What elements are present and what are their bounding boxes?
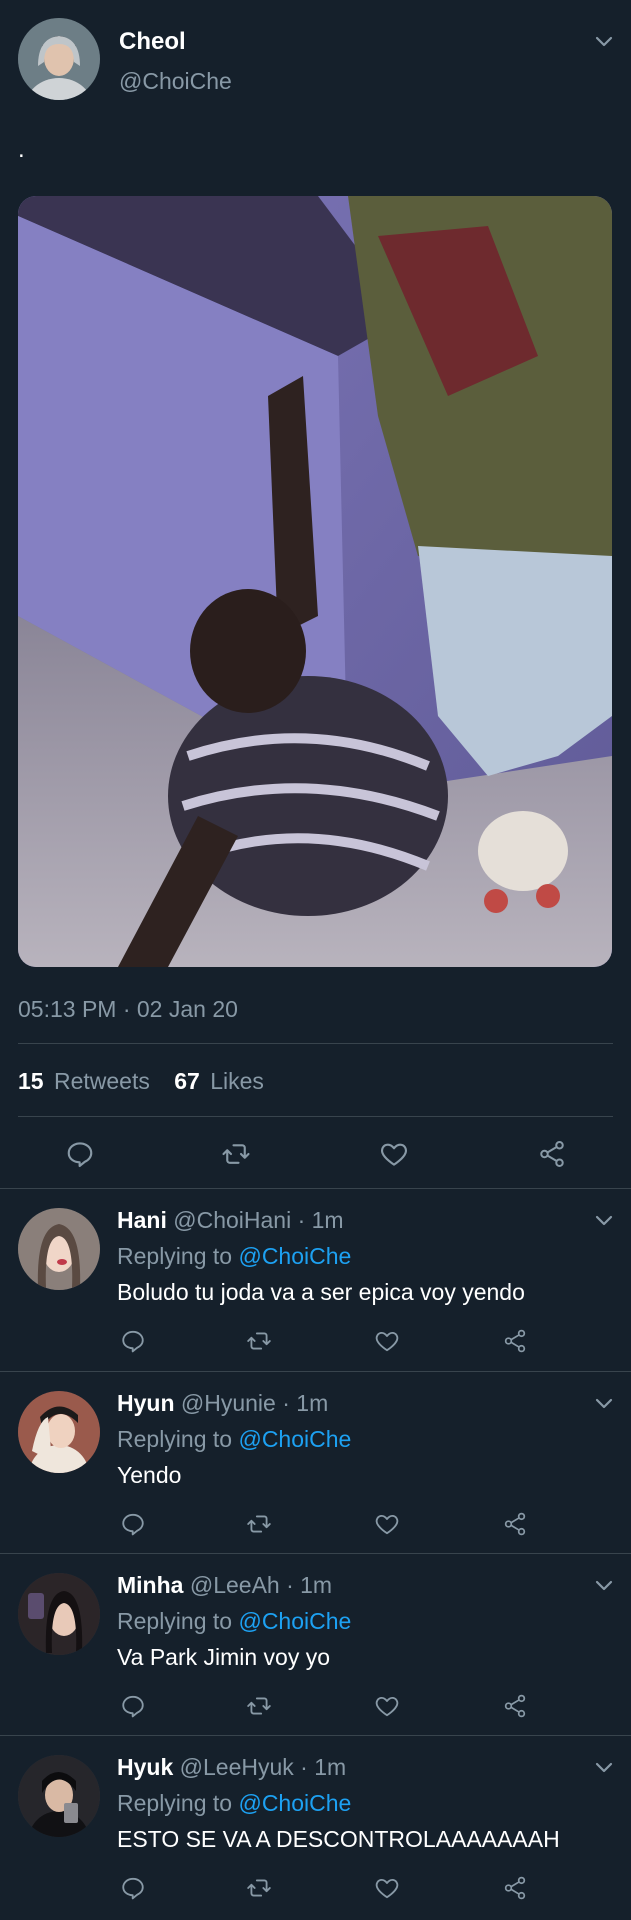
reply-item[interactable]: Hyun @Hyunie · 1m Replying to @ChoiChe Y… [0,1372,631,1554]
likes-label[interactable]: Likes [210,1068,264,1094]
replying-to-handle[interactable]: @ChoiChe [238,1426,351,1452]
reply-author-name[interactable]: Hani [117,1207,167,1233]
share-icon [504,1694,526,1718]
share-button[interactable] [500,1873,530,1903]
reply-menu-chevron-down-icon[interactable] [593,1209,615,1231]
reply-context: Replying to @ChoiChe [117,1243,351,1270]
reply-button[interactable] [60,1136,100,1172]
comment-icon [122,1513,144,1536]
likes-count[interactable]: 67 [174,1068,200,1094]
reply-menu-chevron-down-icon[interactable] [593,1756,615,1778]
like-button[interactable] [372,1509,402,1539]
like-button[interactable] [374,1136,414,1172]
reply-text: Yendo [117,1462,182,1488]
share-button[interactable] [500,1691,530,1721]
reply-author-name[interactable]: Minha [117,1572,183,1598]
reply-item[interactable]: Hyuk @LeeHyuk · 1m Replying to @ChoiChe … [0,1736,631,1920]
like-button[interactable] [372,1691,402,1721]
author-handle[interactable]: @ChoiChe [119,68,232,95]
retweet-button[interactable] [244,1691,274,1721]
reply-avatar[interactable] [18,1208,100,1290]
heart-icon [375,1514,399,1535]
reply-context: Replying to @ChoiChe [117,1790,351,1817]
retweets-count[interactable]: 15 [18,1068,44,1094]
tweet-photo[interactable] [18,196,612,967]
reply-author-meta[interactable]: @ChoiHani · 1m [173,1207,343,1233]
reply-menu-chevron-down-icon[interactable] [593,1392,615,1414]
tweet-stats: 15 Retweets 67 Likes [18,1068,264,1095]
share-button[interactable] [532,1136,572,1172]
divider [18,1043,613,1044]
like-button[interactable] [372,1873,402,1903]
retweet-button[interactable] [244,1326,274,1356]
reply-button[interactable] [118,1691,148,1721]
reply-avatar[interactable] [18,1573,100,1655]
reply-author-name[interactable]: Hyuk [117,1754,173,1780]
comment-icon [122,1877,144,1900]
reply-header: Hani @ChoiHani · 1m [117,1207,344,1234]
tweet-menu-chevron-down-icon[interactable] [593,30,615,52]
replying-to-label: Replying to [117,1790,233,1816]
reply-header: Minha @LeeAh · 1m [117,1572,332,1599]
share-button[interactable] [500,1509,530,1539]
replying-to-handle[interactable]: @ChoiChe [238,1790,351,1816]
retweet-icon [247,1515,271,1533]
reply-author-meta[interactable]: @LeeHyuk · 1m [180,1754,347,1780]
author-name[interactable]: Cheol [119,28,186,56]
retweet-button[interactable] [244,1509,274,1539]
reply-author-meta[interactable]: @LeeAh · 1m [190,1572,332,1598]
reply-text: Va Park Jimin voy yo [117,1644,331,1670]
reply-button[interactable] [118,1326,148,1356]
reply-text: ESTO SE VA A DESCONTROLAAAAAAAH [117,1826,560,1852]
comment-icon [122,1330,144,1353]
share-icon [504,1329,526,1353]
comment-icon [122,1695,144,1718]
share-icon [504,1512,526,1536]
reply-author-meta[interactable]: @Hyunie · 1m [181,1390,328,1416]
replying-to-handle[interactable]: @ChoiChe [238,1243,351,1269]
retweet-icon [247,1697,271,1715]
share-button[interactable] [500,1326,530,1356]
comment-icon [67,1142,93,1168]
reply-header: Hyun @Hyunie · 1m [117,1390,328,1417]
reply-menu-chevron-down-icon[interactable] [593,1574,615,1596]
reply-button[interactable] [118,1873,148,1903]
retweet-icon [247,1879,271,1897]
reply-item[interactable]: Hani @ChoiHani · 1m Replying to @ChoiChe… [0,1189,631,1371]
share-icon [540,1141,564,1167]
reply-context: Replying to @ChoiChe [117,1426,351,1453]
reply-item[interactable]: Minha @LeeAh · 1m Replying to @ChoiChe V… [0,1554,631,1736]
like-button[interactable] [372,1326,402,1356]
divider [18,1116,613,1117]
replying-to-label: Replying to [117,1243,233,1269]
replying-to-label: Replying to [117,1426,233,1452]
retweet-icon [222,1144,250,1164]
reply-context: Replying to @ChoiChe [117,1608,351,1635]
replying-to-label: Replying to [117,1608,233,1634]
reply-text: Boludo tu joda va a ser epica voy yendo [117,1279,525,1305]
retweets-label[interactable]: Retweets [54,1068,150,1094]
reply-header: Hyuk @LeeHyuk · 1m [117,1754,346,1781]
tweet-text: . [18,136,25,163]
heart-icon [375,1878,399,1899]
share-icon [504,1876,526,1900]
tweet-timestamp: 05:13 PM · 02 Jan 20 [18,996,238,1022]
retweet-icon [247,1332,271,1350]
reply-avatar[interactable] [18,1391,100,1473]
heart-icon [375,1696,399,1717]
heart-icon [375,1331,399,1352]
reply-avatar[interactable] [18,1755,100,1837]
replying-to-handle[interactable]: @ChoiChe [238,1608,351,1634]
retweet-button[interactable] [216,1136,256,1172]
reply-button[interactable] [118,1509,148,1539]
author-avatar[interactable] [18,18,100,100]
heart-icon [381,1143,407,1166]
retweet-button[interactable] [244,1873,274,1903]
reply-author-name[interactable]: Hyun [117,1390,175,1416]
